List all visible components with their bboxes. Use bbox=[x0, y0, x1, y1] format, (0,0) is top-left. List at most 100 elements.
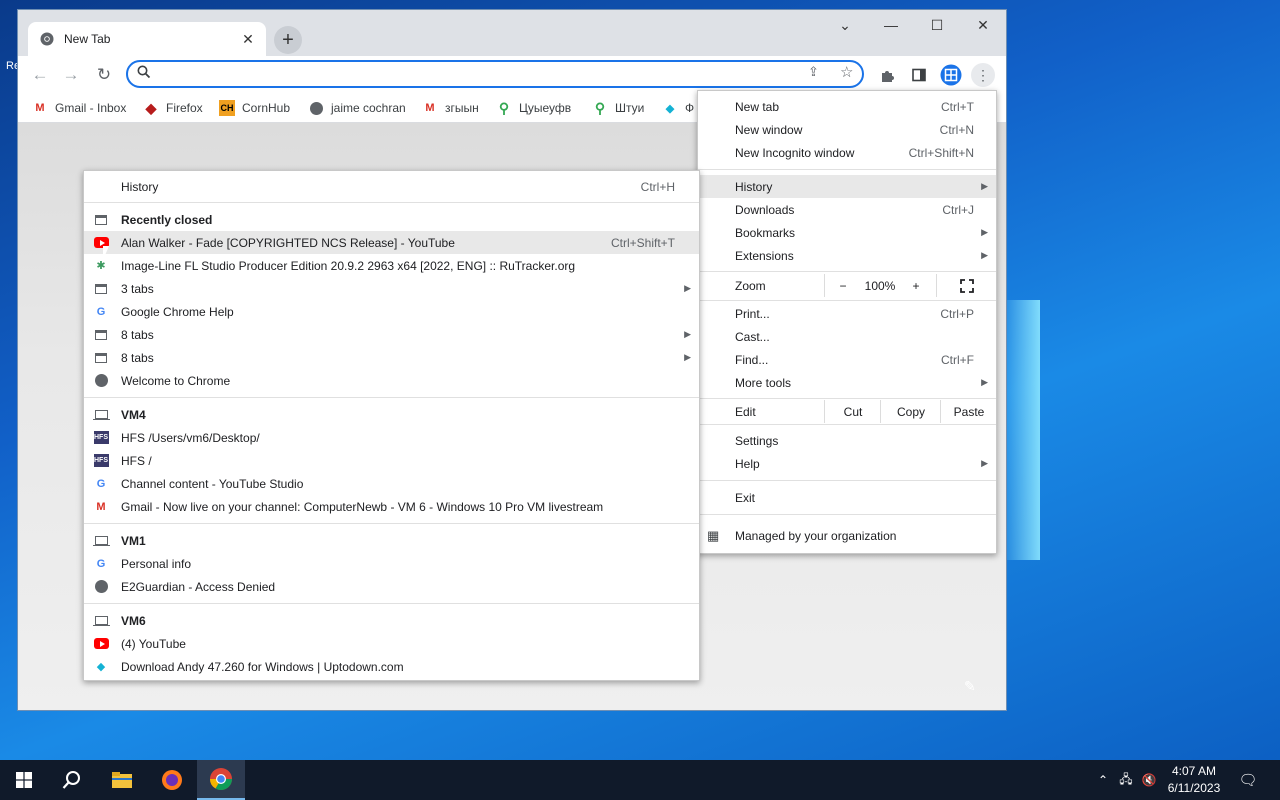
menu-item-bookmarks[interactable]: Bookmarks ▶ bbox=[698, 221, 996, 244]
tab-title: New Tab bbox=[64, 32, 111, 46]
menu-item-downloads[interactable]: Downloads Ctrl+J bbox=[698, 198, 996, 221]
history-item[interactable]: 3 tabs ▶ bbox=[84, 277, 699, 300]
file-explorer-icon[interactable] bbox=[98, 760, 146, 800]
history-item[interactable]: M Gmail - Now live on your channel: Comp… bbox=[84, 495, 699, 518]
customize-pencil-icon[interactable]: ✎ bbox=[964, 678, 976, 695]
history-item-label: Alan Walker - Fade [COPYRIGHTED NCS Rele… bbox=[121, 235, 455, 250]
clock[interactable]: 4:07 AM 6/11/2023 bbox=[1160, 763, 1228, 797]
submenu-arrow-icon: ▶ bbox=[981, 181, 988, 191]
history-item[interactable]: HFS HFS / bbox=[84, 449, 699, 472]
window-icon bbox=[93, 212, 109, 228]
history-item[interactable]: (4) YouTube bbox=[84, 632, 699, 655]
bookmark-firefox[interactable]: ◆ Firefox bbox=[143, 98, 203, 118]
cut-button[interactable]: Cut bbox=[824, 400, 881, 423]
bookmark-gmail-inbox[interactable]: M Gmail - Inbox bbox=[32, 98, 126, 118]
zoom-in-button[interactable]: + bbox=[900, 274, 932, 297]
menu-item-managed[interactable]: ▦ Managed by your organization bbox=[698, 524, 996, 547]
minimize-button[interactable]: — bbox=[868, 10, 914, 40]
menu-item-more-tools[interactable]: More tools ▶ bbox=[698, 371, 996, 394]
history-item-label: Image-Line FL Studio Producer Edition 20… bbox=[121, 258, 576, 273]
history-item-label: Google Chrome Help bbox=[121, 304, 234, 319]
history-item[interactable]: 8 tabs ▶ bbox=[84, 323, 699, 346]
tab-close-icon[interactable]: ✕ bbox=[238, 29, 258, 49]
menu-item-new-tab[interactable]: New tab Ctrl+T bbox=[698, 95, 996, 118]
bookmark-shtui[interactable]: ⚲ Штуи bbox=[592, 98, 644, 118]
device-heading-vm4: VM4 bbox=[84, 403, 699, 426]
search-icon[interactable] bbox=[48, 760, 96, 800]
toolbar: ← → ↻ ⇪ ☆ ⋮ bbox=[18, 56, 1006, 94]
menu-item-new-window[interactable]: New window Ctrl+N bbox=[698, 118, 996, 141]
window-icon bbox=[93, 281, 109, 297]
show-hidden-icons-chevron-icon[interactable]: ⌃ bbox=[1092, 760, 1114, 800]
chrome-taskbar-icon[interactable] bbox=[197, 760, 245, 800]
globe-icon bbox=[93, 579, 109, 595]
new-tab-button[interactable]: + bbox=[274, 26, 302, 54]
history-item[interactable]: G Google Chrome Help bbox=[84, 300, 699, 323]
maximize-button[interactable]: ☐ bbox=[914, 10, 960, 40]
history-item[interactable]: Welcome to Chrome bbox=[84, 369, 699, 392]
reload-icon[interactable]: ↻ bbox=[91, 62, 117, 88]
taskbar: ⌃ 🖧 🔇 4:07 AM 6/11/2023 🗨 bbox=[0, 760, 1280, 800]
menu-item-extensions[interactable]: Extensions ▶ bbox=[698, 244, 996, 267]
history-item[interactable]: Alan Walker - Fade [COPYRIGHTED NCS Rele… bbox=[84, 231, 699, 254]
history-item[interactable]: ✱ Image-Line FL Studio Producer Edition … bbox=[84, 254, 699, 277]
back-icon[interactable]: ← bbox=[27, 62, 53, 88]
history-item[interactable]: ◆ Download Andy 47.260 for Windows | Upt… bbox=[84, 655, 699, 678]
address-input[interactable] bbox=[162, 64, 806, 86]
menu-item-find[interactable]: Find... Ctrl+F bbox=[698, 348, 996, 371]
omnibox[interactable]: ⇪ ☆ bbox=[126, 60, 864, 88]
firefox-icon[interactable] bbox=[148, 760, 196, 800]
fullscreen-icon[interactable] bbox=[936, 274, 997, 297]
mouse-cursor-icon bbox=[103, 246, 109, 260]
forward-icon[interactable]: → bbox=[58, 62, 84, 88]
menu-label: Help bbox=[735, 456, 760, 471]
history-menu-item-history[interactable]: History Ctrl+H bbox=[84, 175, 699, 198]
paste-button[interactable]: Paste bbox=[940, 400, 997, 423]
history-item[interactable]: E2Guardian - Access Denied bbox=[84, 575, 699, 598]
chrome-menu-kebab-icon[interactable]: ⋮ bbox=[971, 63, 995, 87]
menu-label: New window bbox=[735, 122, 803, 137]
menu-item-new-incognito-window[interactable]: New Incognito window Ctrl+Shift+N bbox=[698, 141, 996, 164]
laptop-icon bbox=[92, 533, 110, 549]
tab-search-chevron-icon[interactable]: ⌄ bbox=[822, 10, 868, 40]
extensions-puzzle-icon[interactable] bbox=[875, 63, 899, 87]
bookmark-f[interactable]: ◆ Ф bbox=[662, 98, 694, 118]
bookmark-star-icon[interactable]: ☆ bbox=[840, 63, 853, 81]
tab-new-tab[interactable]: New Tab ✕ bbox=[28, 22, 266, 56]
menu-label: More tools bbox=[735, 375, 792, 390]
menu-item-exit[interactable]: Exit bbox=[698, 486, 996, 509]
history-item[interactable]: 8 tabs ▶ bbox=[84, 346, 699, 369]
bookmark-cornhub[interactable]: CH CornHub bbox=[219, 98, 290, 118]
history-item[interactable]: G Channel content - YouTube Studio bbox=[84, 472, 699, 495]
menu-label: Zoom bbox=[735, 278, 766, 293]
menu-item-settings[interactable]: Settings bbox=[698, 429, 996, 452]
hfs-icon: HFS bbox=[93, 430, 109, 446]
share-icon[interactable]: ⇪ bbox=[808, 64, 819, 80]
menu-item-cast[interactable]: Cast... bbox=[698, 325, 996, 348]
notifications-icon[interactable]: 🗨 bbox=[1234, 760, 1262, 800]
building-icon: ▦ bbox=[707, 527, 720, 543]
side-panel-icon[interactable] bbox=[907, 63, 931, 87]
bookmark-jaime-cochran[interactable]: jaime cochran bbox=[308, 98, 406, 118]
menu-shortcut: Ctrl+F bbox=[941, 352, 974, 367]
menu-item-help[interactable]: Help ▶ bbox=[698, 452, 996, 475]
start-windows-icon[interactable] bbox=[0, 760, 48, 800]
menu-label: History bbox=[121, 179, 159, 194]
history-item-label: HFS / bbox=[121, 453, 152, 468]
menu-item-history[interactable]: History ▶ bbox=[698, 175, 996, 198]
menu-label: Find... bbox=[735, 352, 769, 367]
zoom-out-button[interactable]: − bbox=[824, 274, 861, 297]
chrome-icon bbox=[40, 32, 54, 46]
volume-muted-icon[interactable]: 🔇 bbox=[1138, 760, 1160, 800]
profile-avatar-icon[interactable] bbox=[939, 63, 963, 87]
close-window-button[interactable]: ✕ bbox=[960, 10, 1006, 40]
window-icon bbox=[93, 327, 109, 343]
history-item[interactable]: G Personal info bbox=[84, 552, 699, 575]
copy-button[interactable]: Copy bbox=[880, 400, 941, 423]
history-item[interactable]: HFS HFS /Users/vm6/Desktop/ bbox=[84, 426, 699, 449]
network-icon[interactable]: 🖧 bbox=[1116, 760, 1136, 800]
bookmark-tsuyeufv[interactable]: ⚲ Цуыеуфв bbox=[496, 98, 571, 118]
menu-item-print[interactable]: Print... Ctrl+P bbox=[698, 302, 996, 325]
menu-label: Extensions bbox=[735, 248, 794, 263]
bookmark-zgyyn[interactable]: M згыын bbox=[422, 98, 478, 118]
